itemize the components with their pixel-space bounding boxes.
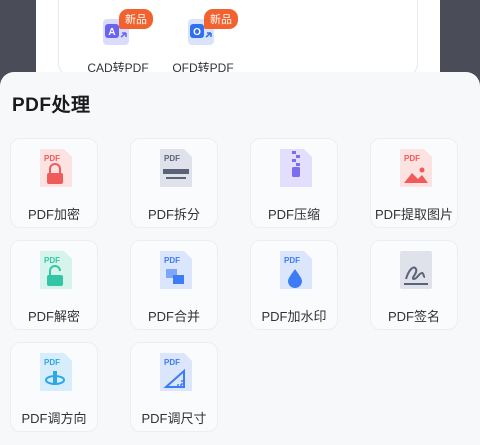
signature-icon — [398, 249, 434, 291]
tool-label: PDF调方向 — [21, 411, 87, 426]
doc-tag: PDF — [164, 256, 180, 265]
zip-icon — [278, 147, 314, 189]
new-badge: 新品 — [119, 9, 153, 29]
section-title: PDF处理 — [12, 95, 91, 116]
tool-label: PDF加水印 — [261, 309, 327, 324]
lock-icon: PDF — [38, 147, 74, 189]
tool-label: PDF压缩 — [267, 207, 320, 222]
tool-label: PDF调尺寸 — [141, 411, 207, 426]
new-badge: 新品 — [204, 9, 238, 29]
doc-tag: PDF — [164, 154, 180, 163]
doc-tag: PDF — [44, 358, 60, 367]
cad-to-pdf-icon: A 新品 — [101, 9, 153, 49]
conversion-card: A 新品 CAD转PDF O 新品 OFD转PDF — [58, 0, 418, 76]
rotate-icon: PDF — [38, 351, 74, 393]
pdf-tools-sheet: PDF处理 PDF PDF加密 PDF PDF拆分 PDF压缩 PDF PDF提… — [0, 72, 480, 445]
tool-label: PDF签名 — [387, 309, 440, 324]
ofd-to-pdf-button[interactable]: O 新品 OFD转PDF — [158, 9, 248, 76]
cad-to-pdf-button[interactable]: A 新品 CAD转PDF — [73, 9, 163, 76]
image-icon: PDF — [398, 147, 434, 189]
tool-label: PDF提取图片 — [374, 207, 453, 222]
doc-tag: PDF — [284, 256, 300, 265]
tool-label: PDF解密 — [27, 309, 80, 324]
merge-icon: PDF — [158, 249, 194, 291]
doc-tag: PDF — [44, 256, 60, 265]
doc-tag: PDF — [404, 154, 420, 163]
doc-tag: PDF — [44, 154, 60, 163]
ruler-icon: PDF — [158, 351, 194, 393]
split-icon: PDF — [158, 147, 194, 189]
svg-text:O: O — [193, 27, 201, 38]
doc-tag: PDF — [164, 358, 180, 367]
ofd-to-pdf-icon: O 新品 — [186, 9, 238, 49]
tool-label: PDF加密 — [27, 207, 80, 222]
svg-text:A: A — [108, 27, 115, 38]
unlock-icon: PDF — [38, 249, 74, 291]
water-drop-icon: PDF — [278, 249, 314, 291]
tool-label: PDF拆分 — [147, 207, 200, 222]
tool-label: PDF合并 — [147, 309, 200, 324]
